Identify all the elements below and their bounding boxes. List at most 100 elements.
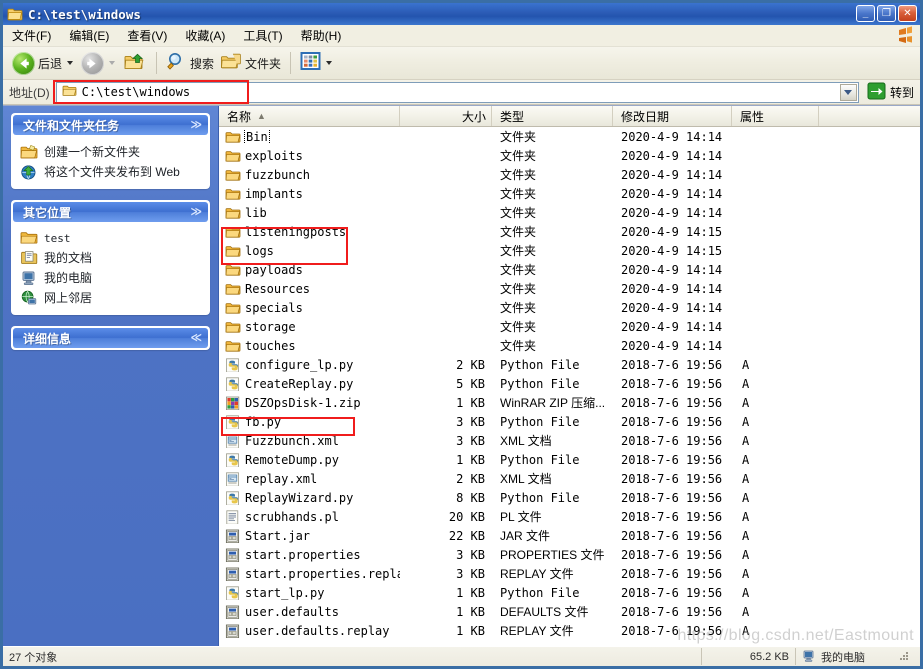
cell-name[interactable]: implants (219, 187, 400, 201)
cell-name[interactable]: start.properties (219, 548, 400, 562)
cell-name[interactable]: replay.xml (219, 472, 400, 486)
cell-name[interactable]: scrubhands.pl (219, 510, 400, 524)
table-row[interactable]: storage 文件夹 2020-4-9 14:14 (219, 317, 920, 336)
table-row[interactable]: listeningposts 文件夹 2020-4-9 14:15 (219, 222, 920, 241)
cell-name[interactable]: Start.jar (219, 529, 400, 543)
column-header-date[interactable]: 修改日期 (613, 106, 732, 126)
table-row[interactable]: start.properties 3 KB PROPERTIES 文件 2018-7-… (219, 545, 920, 564)
back-dropdown-icon[interactable] (67, 61, 74, 65)
cell-name[interactable]: Fuzzbunch.xml (219, 434, 400, 448)
views-button[interactable] (297, 50, 337, 76)
cell-name[interactable]: user.defaults.replay (219, 624, 400, 638)
column-header-name[interactable]: 名称 ▲ (219, 106, 400, 126)
place-test[interactable]: test (20, 230, 203, 246)
table-row[interactable]: replay.xml 2 KB XML 文档 2018-7-6 19:56 A (219, 469, 920, 488)
minimize-button[interactable]: _ (856, 5, 875, 22)
panel-header[interactable]: 文件和文件夹任务 ≫ (13, 115, 208, 135)
table-row[interactable]: implants 文件夹 2020-4-9 14:14 (219, 184, 920, 203)
file-list-rows[interactable]: Bin 文件夹 2020-4-9 14:14 exploits 文件夹 2020-4-9 … (219, 127, 920, 646)
maximize-button[interactable]: ❐ (877, 5, 896, 22)
forward-button[interactable] (78, 50, 120, 76)
table-row[interactable]: touches 文件夹 2020-4-9 14:14 (219, 336, 920, 355)
place-network-places[interactable]: 网上邻居 (20, 289, 203, 306)
panel-header[interactable]: 详细信息 ≪ (13, 328, 208, 348)
cell-name[interactable]: Bin (219, 129, 400, 144)
close-button[interactable]: ✕ (898, 5, 917, 22)
up-button[interactable] (120, 50, 150, 76)
table-row[interactable]: exploits 文件夹 2020-4-9 14:14 (219, 146, 920, 165)
table-row[interactable]: payloads 文件夹 2020-4-9 14:14 (219, 260, 920, 279)
cell-name[interactable]: fb.py (219, 415, 400, 429)
table-row[interactable]: scrubhands.pl 20 KB PL 文件 2018-7-6 19:56 A (219, 507, 920, 526)
menu-item-favorites[interactable]: 收藏(A) (176, 25, 234, 46)
cell-name[interactable]: CreateReplay.py (219, 377, 400, 391)
folder-icon (20, 230, 38, 246)
go-button[interactable]: 转到 (867, 82, 914, 103)
cell-name[interactable]: start.properties.replay (219, 567, 400, 581)
cell-name[interactable]: storage (219, 320, 400, 334)
menu-item-tools[interactable]: 工具(T) (234, 25, 291, 46)
cell-name[interactable]: specials (219, 301, 400, 315)
cell-name[interactable]: logs (219, 244, 400, 258)
table-row[interactable]: specials 文件夹 2020-4-9 14:14 (219, 298, 920, 317)
cell-date: 2018-7-6 19:56 (621, 623, 723, 638)
menu-item-view[interactable]: 查看(V) (118, 25, 176, 46)
folders-button[interactable]: 文件夹 (217, 50, 284, 76)
cell-name[interactable]: RemoteDump.py (219, 453, 400, 467)
table-row[interactable]: fb.py 3 KB Python File 2018-7-6 19:56 A (219, 412, 920, 431)
cell-name[interactable]: DSZOpsDisk-1.zip (219, 396, 400, 410)
task-publish-to-web[interactable]: 将这个文件夹发布到 Web (20, 163, 203, 180)
chevron-down-icon[interactable]: ≫ (190, 119, 202, 131)
search-button[interactable]: 搜索 (163, 50, 217, 76)
task-create-new-folder[interactable]: 创建一个新文件夹 (20, 143, 203, 160)
address-dropdown-button[interactable] (839, 83, 857, 101)
table-row[interactable]: CreateReplay.py 5 KB Python File 2018-7-6 1… (219, 374, 920, 393)
cell-name[interactable]: exploits (219, 149, 400, 163)
menu-item-edit[interactable]: 编辑(E) (60, 25, 118, 46)
table-row[interactable]: logs 文件夹 2020-4-9 14:15 (219, 241, 920, 260)
table-row[interactable]: ReplayWizard.py 8 KB Python File 2018-7-6 1… (219, 488, 920, 507)
cell-date: 2018-7-6 19:56 (621, 357, 723, 372)
cell-name[interactable]: user.defaults (219, 605, 400, 619)
panel-header[interactable]: 其它位置 ≫ (13, 202, 208, 222)
cell-name[interactable]: start_lp.py (219, 586, 400, 600)
forward-dropdown-icon[interactable] (109, 61, 116, 65)
chevron-down-icon[interactable]: ≫ (190, 206, 202, 218)
cell-name[interactable]: ReplayWizard.py (219, 491, 400, 505)
table-row[interactable]: Start.jar 22 KB JAR 文件 2018-7-6 19:56 A (219, 526, 920, 545)
menu-item-help[interactable]: 帮助(H) (292, 25, 351, 46)
column-header-attr[interactable]: 属性 (732, 106, 819, 126)
cell-name[interactable]: configure_lp.py (219, 358, 400, 372)
table-row[interactable]: user.defaults 1 KB DEFAULTS 文件 2018-7-6 19:… (219, 602, 920, 621)
table-row[interactable]: fuzzbunch 文件夹 2020-4-9 14:14 (219, 165, 920, 184)
chevron-up-icon[interactable]: ≪ (190, 332, 202, 344)
table-row[interactable]: start.properties.replay 3 KB REPLAY 文件 2018… (219, 564, 920, 583)
status-total-size: 65.2 KB (702, 648, 796, 665)
table-row[interactable]: lib 文件夹 2020-4-9 14:14 (219, 203, 920, 222)
table-row[interactable]: configure_lp.py 2 KB Python File 2018-7-6 1… (219, 355, 920, 374)
cell-name[interactable]: payloads (219, 263, 400, 277)
table-row[interactable]: start_lp.py 1 KB Python File 2018-7-6 19:56… (219, 583, 920, 602)
resize-grip-icon[interactable] (898, 650, 912, 664)
cell-name[interactable]: listeningposts (219, 225, 400, 239)
table-row[interactable]: DSZOpsDisk-1.zip 1 KB WinRAR ZIP 压缩... 2018… (219, 393, 920, 412)
table-row[interactable]: Resources 文件夹 2020-4-9 14:14 (219, 279, 920, 298)
cell-name[interactable]: lib (219, 206, 400, 220)
cell-name[interactable]: fuzzbunch (219, 168, 400, 182)
cell-name[interactable]: touches (219, 339, 400, 353)
panel-other-places: 其它位置 ≫ test 我的文档 我的电脑 网上邻居 (11, 200, 210, 315)
place-my-documents[interactable]: 我的文档 (20, 249, 203, 266)
cell-size: 5 KB (456, 376, 485, 391)
cell-name[interactable]: Resources (219, 282, 400, 296)
column-header-size[interactable]: 大小 (400, 106, 492, 126)
back-button[interactable]: 后退 (9, 50, 78, 76)
views-dropdown-icon[interactable] (326, 61, 333, 65)
place-my-computer[interactable]: 我的电脑 (20, 269, 203, 286)
table-row[interactable]: Fuzzbunch.xml 3 KB XML 文档 2018-7-6 19:56 A (219, 431, 920, 450)
address-input[interactable]: C:\test\windows (52, 79, 859, 104)
menu-item-file[interactable]: 文件(F) (3, 25, 60, 46)
column-header-type[interactable]: 类型 (492, 106, 613, 126)
table-row[interactable]: Bin 文件夹 2020-4-9 14:14 (219, 127, 920, 146)
table-row[interactable]: user.defaults.replay 1 KB REPLAY 文件 2018-7-… (219, 621, 920, 640)
table-row[interactable]: RemoteDump.py 1 KB Python File 2018-7-6 19:… (219, 450, 920, 469)
